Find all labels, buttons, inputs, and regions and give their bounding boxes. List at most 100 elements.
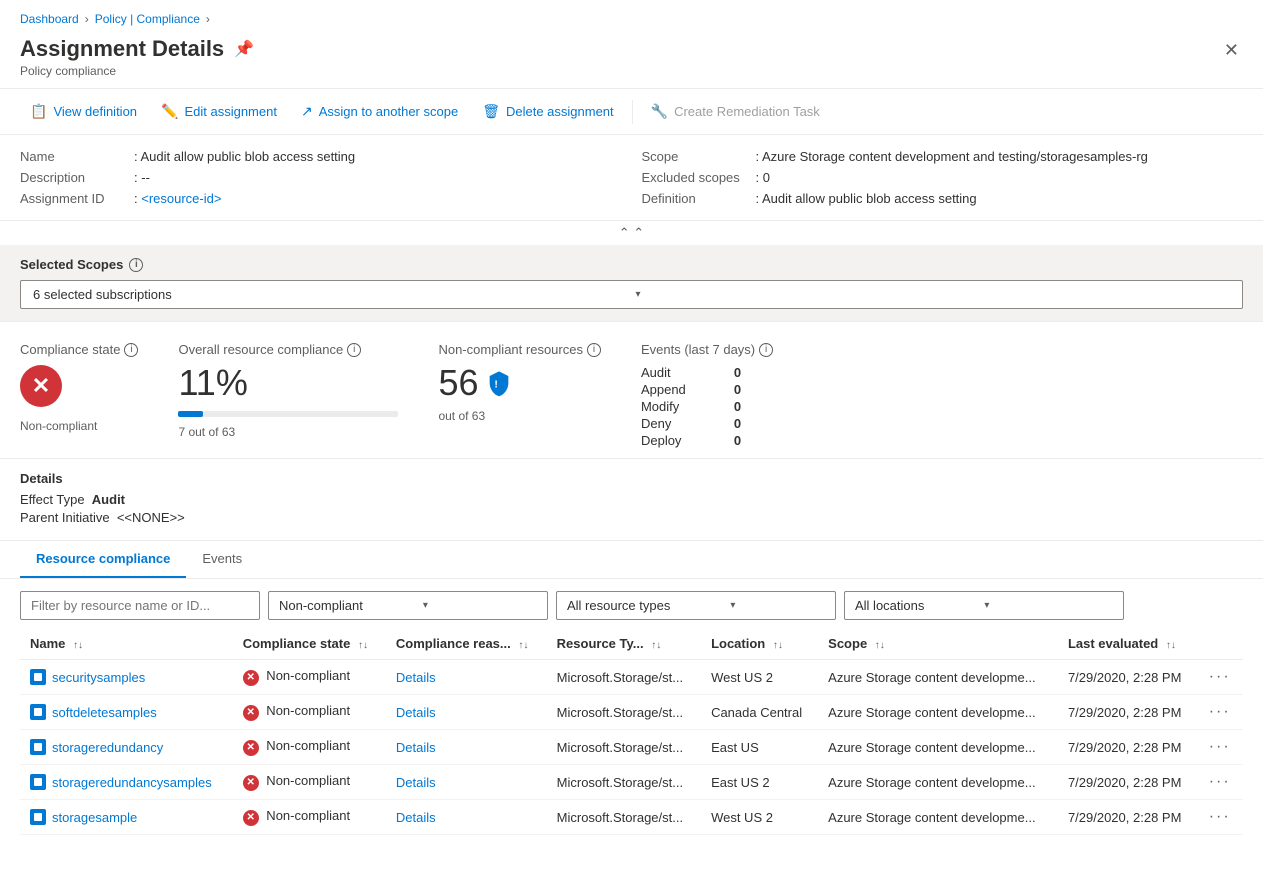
resource-type-filter-dropdown[interactable]: All resource types ▾ (556, 591, 836, 620)
cell-scope: Azure Storage content developme... (818, 765, 1058, 800)
description-label: Description (20, 170, 130, 185)
resource-link[interactable]: securitysamples (30, 669, 223, 685)
col-last-evaluated[interactable]: Last evaluated ↑↓ (1058, 628, 1199, 660)
view-definition-button[interactable]: 📋 View definition (20, 97, 147, 126)
pin-icon[interactable]: 📌 (234, 39, 254, 59)
scopes-dropdown[interactable]: 6 selected subscriptions ▾ (20, 280, 1243, 309)
more-actions-button[interactable]: ··· (1209, 808, 1231, 825)
breadcrumb-dashboard[interactable]: Dashboard (20, 12, 79, 26)
compliance-state-info-icon[interactable]: i (124, 343, 138, 357)
event-count: 0 (734, 416, 773, 431)
chevron-up-icon: ⌃ ⌃ (619, 225, 644, 241)
scopes-info-icon[interactable]: i (129, 258, 143, 272)
scopes-section: Selected Scopes i 6 selected subscriptio… (0, 245, 1263, 322)
name-label: Name (20, 149, 130, 164)
resource-table: Name ↑↓ Compliance state ↑↓ Compliance r… (20, 628, 1243, 835)
overall-info-icon[interactable]: i (347, 343, 361, 357)
more-actions-button[interactable]: ··· (1209, 738, 1231, 755)
assign-icon: ↗ (301, 103, 313, 120)
create-remediation-button[interactable]: 🔧 Create Remediation Task (641, 97, 830, 126)
cell-last-evaluated: 7/29/2020, 2:28 PM (1058, 695, 1199, 730)
filter-bar: Non-compliant ▾ All resource types ▾ All… (0, 579, 1263, 628)
col-resource-type[interactable]: Resource Ty... ↑↓ (547, 628, 701, 660)
details-link[interactable]: Details (396, 775, 436, 790)
edit-assignment-button[interactable]: ✏️ Edit assignment (151, 97, 287, 126)
progress-bar-fill (178, 411, 202, 417)
storage-icon (30, 704, 46, 720)
event-count: 0 (734, 382, 773, 397)
tab-events[interactable]: Events (186, 541, 258, 578)
cell-compliance-state: ✕ Non-compliant (233, 730, 386, 765)
breadcrumb-policy-compliance[interactable]: Policy | Compliance (95, 12, 200, 26)
col-compliance-reason[interactable]: Compliance reas... ↑↓ (386, 628, 547, 660)
status-x-icon: ✕ (243, 775, 259, 791)
page-header: Assignment Details 📌 Policy compliance ✕ (0, 32, 1263, 89)
cell-scope: Azure Storage content developme... (818, 660, 1058, 695)
details-link[interactable]: Details (396, 740, 436, 755)
name-value: : Audit allow public blob access setting (134, 149, 355, 164)
tab-resource-compliance[interactable]: Resource compliance (20, 541, 186, 578)
definition-row: Definition : Audit allow public blob acc… (642, 191, 1244, 206)
toolbar-divider (632, 100, 633, 124)
cell-name: storageredundancy (20, 730, 233, 765)
cell-resource-type: Microsoft.Storage/st... (547, 660, 701, 695)
more-actions-button[interactable]: ··· (1209, 668, 1231, 685)
event-count: 0 (734, 433, 773, 448)
col-compliance-state[interactable]: Compliance state ↑↓ (233, 628, 386, 660)
resource-link[interactable]: softdeletesamples (30, 704, 223, 720)
event-count: 0 (734, 365, 773, 380)
details-link[interactable]: Details (396, 810, 436, 825)
cell-compliance-state: ✕ Non-compliant (233, 800, 386, 835)
cell-compliance-state: ✕ Non-compliant (233, 765, 386, 800)
assign-scope-button[interactable]: ↗ Assign to another scope (291, 97, 468, 126)
close-button[interactable]: ✕ (1220, 36, 1243, 65)
resource-filter-input[interactable] (20, 591, 260, 620)
status-x-icon: ✕ (243, 705, 259, 721)
assignment-id-value: : <resource-id> (134, 191, 221, 206)
event-name: Audit (641, 365, 718, 380)
location-filter-dropdown[interactable]: All locations ▾ (844, 591, 1124, 620)
scope-value: : Azure Storage content development and … (756, 149, 1148, 164)
resource-link[interactable]: storageredundancysamples (30, 774, 223, 790)
cell-scope: Azure Storage content developme... (818, 800, 1058, 835)
noncompliant-info-icon[interactable]: i (587, 343, 601, 357)
cell-scope: Azure Storage content developme... (818, 730, 1058, 765)
cell-resource-type: Microsoft.Storage/st... (547, 730, 701, 765)
name-row: Name : Audit allow public blob access se… (20, 149, 622, 164)
collapse-button[interactable]: ⌃ ⌃ (0, 221, 1263, 245)
details-info-title: Details (20, 471, 1243, 486)
col-scope[interactable]: Scope ↑↓ (818, 628, 1058, 660)
cell-more-actions: ··· (1199, 695, 1243, 730)
delete-assignment-button[interactable]: 🗑 Delete assignment (472, 97, 623, 126)
events-info-icon[interactable]: i (759, 343, 773, 357)
definition-label: Definition (642, 191, 752, 206)
table-row: securitysamples ✕ Non-compliant Details … (20, 660, 1243, 695)
storage-icon (30, 669, 46, 685)
col-location[interactable]: Location ↑↓ (701, 628, 818, 660)
compliance-state-card: Compliance state i ✕ Non-compliant (20, 342, 138, 448)
remediation-icon: 🔧 (651, 103, 668, 120)
effect-type-row: Effect Type Audit (20, 492, 1243, 507)
details-link[interactable]: Details (396, 705, 436, 720)
resource-link[interactable]: storageredundancy (30, 739, 223, 755)
compliance-filter-dropdown[interactable]: Non-compliant ▾ (268, 591, 548, 620)
cell-compliance-reason: Details (386, 660, 547, 695)
resource-type-filter-value: All resource types (567, 598, 670, 613)
svg-text:!: ! (494, 379, 498, 391)
more-actions-button[interactable]: ··· (1209, 703, 1231, 720)
col-name[interactable]: Name ↑↓ (20, 628, 233, 660)
resource-link[interactable]: storagesample (30, 809, 223, 825)
chevron-down-icon: ▾ (636, 289, 1231, 300)
table-row: storageredundancysamples ✕ Non-compliant… (20, 765, 1243, 800)
cell-resource-type: Microsoft.Storage/st... (547, 765, 701, 800)
cell-location: East US 2 (701, 765, 818, 800)
overall-compliance-card: Overall resource compliance i 11% 7 out … (178, 342, 398, 448)
details-link[interactable]: Details (396, 670, 436, 685)
more-actions-button[interactable]: ··· (1209, 773, 1231, 790)
events-card: Events (last 7 days) i Audit0Append0Modi… (641, 342, 773, 448)
storage-icon (30, 809, 46, 825)
details-section: Name : Audit allow public blob access se… (0, 135, 1263, 221)
assignment-id-row: Assignment ID : <resource-id> (20, 191, 622, 206)
cell-more-actions: ··· (1199, 765, 1243, 800)
events-grid: Audit0Append0Modify0Deny0Deploy0 (641, 365, 773, 448)
